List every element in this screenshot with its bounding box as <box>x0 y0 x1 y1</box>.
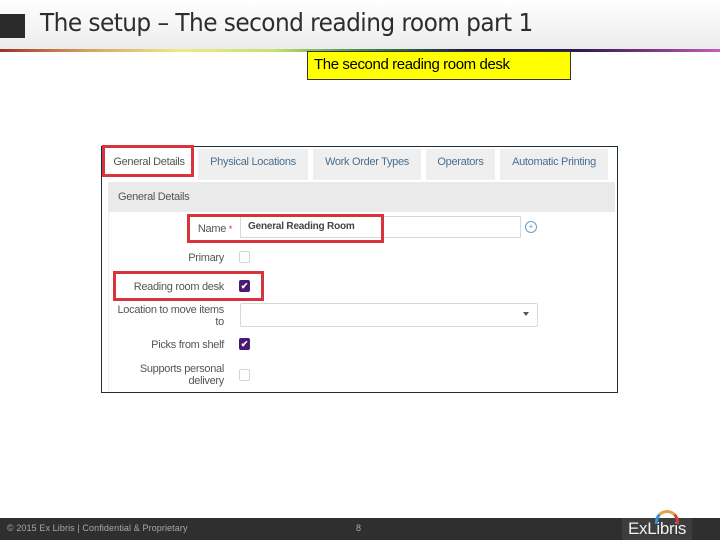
reading-room-desk-checkbox[interactable]: ✔ <box>239 280 250 292</box>
tab-bar: General Details Physical Locations Work … <box>102 147 617 180</box>
supports-personal-delivery-checkbox[interactable] <box>239 369 250 381</box>
primary-checkbox[interactable] <box>239 251 250 263</box>
tab-automatic-printing[interactable]: Automatic Printing <box>500 149 608 180</box>
footer-copyright: © 2015 Ex Libris | Confidential & Propri… <box>7 523 188 533</box>
slide-title: The setup – The second reading room part… <box>40 8 533 37</box>
dropdown-arrow-icon <box>523 312 529 316</box>
location-to-move-label-line1: Location to move items <box>117 304 224 316</box>
primary-label: Primary <box>188 252 224 264</box>
picks-from-shelf-label: Picks from shelf <box>151 339 224 351</box>
tab-operators[interactable]: Operators <box>426 149 495 180</box>
name-input[interactable]: General Reading Room <box>240 216 521 238</box>
picks-from-shelf-checkbox[interactable]: ✔ <box>239 338 250 350</box>
location-to-move-label: Location to move items to <box>108 304 224 328</box>
logo-arc-icon <box>655 510 679 524</box>
slide-footer: © 2015 Ex Libris | Confidential & Propri… <box>0 518 720 540</box>
location-to-move-select[interactable] <box>240 303 538 327</box>
tab-general-details[interactable]: General Details <box>104 149 194 180</box>
callout-label: The second reading room desk <box>307 51 571 80</box>
required-star: * <box>228 224 233 234</box>
tab-work-order-types[interactable]: Work Order Types <box>313 149 421 180</box>
name-label-text: Name <box>197 223 227 235</box>
supports-personal-delivery-label-line2: delivery <box>188 375 224 387</box>
location-to-move-label-line2: to <box>215 316 224 328</box>
supports-personal-delivery-label-line1: Supports personal <box>139 363 224 375</box>
name-label: Name * <box>182 223 232 235</box>
header-square-decoration <box>0 14 25 38</box>
tab-separator <box>421 149 424 180</box>
tab-physical-locations[interactable]: Physical Locations <box>198 149 308 180</box>
footer-page-number: 8 <box>356 523 362 533</box>
reading-room-desk-label: Reading room desk <box>133 281 225 293</box>
tab-separator <box>495 149 498 180</box>
tab-separator <box>308 149 311 180</box>
supports-personal-delivery-label: Supports personal delivery <box>112 363 224 387</box>
globe-icon[interactable]: + <box>525 221 537 233</box>
reading-room-form-panel: General Details Physical Locations Work … <box>101 146 618 393</box>
slide-header: The setup – The second reading room part… <box>0 0 720 50</box>
section-header: General Details <box>108 182 615 212</box>
